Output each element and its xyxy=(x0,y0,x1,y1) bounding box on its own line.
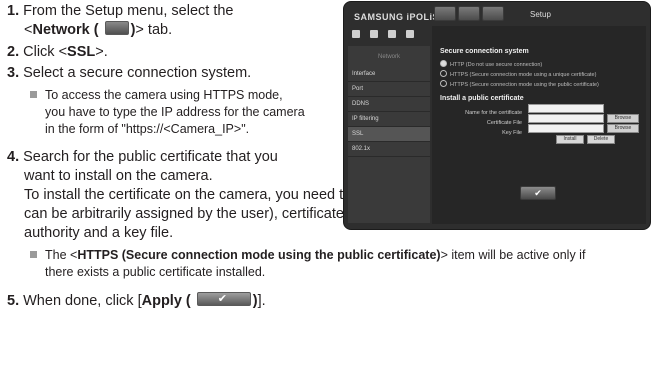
field-row-key: Key File Browse xyxy=(440,124,640,136)
apply-button-icon xyxy=(196,290,251,309)
sidebar-header: Network xyxy=(377,54,400,60)
bullet-icon xyxy=(30,251,37,258)
step-1-line2: <Network ( )> tab. xyxy=(24,21,172,40)
sidebar-item-8021x[interactable]: 802.1x xyxy=(348,142,430,157)
sidebar-item-ip-filtering[interactable]: IP filtering xyxy=(348,112,430,127)
step-number: 2. xyxy=(7,44,20,60)
note-https-access: To access the camera using HTTPS mode, xyxy=(30,87,283,104)
certificate-name-input[interactable] xyxy=(528,104,604,113)
ssl-label: SSL xyxy=(67,44,96,60)
apply-label: Apply ( xyxy=(141,293,191,309)
sidebar-item-port[interactable]: Port xyxy=(348,82,430,97)
note-text: there exists a public certificate instal… xyxy=(45,265,266,279)
sidebar-item-interface[interactable]: Interface xyxy=(348,67,430,82)
note-text: in the form of "https://<Camera_IP>". xyxy=(45,122,250,136)
step-4-line2: want to install on the camera. xyxy=(24,167,213,186)
network-icon[interactable] xyxy=(388,30,396,38)
sidebar-item-ssl[interactable]: SSL xyxy=(348,127,430,142)
step-4-para-3: authority and a key file. xyxy=(24,224,173,243)
note-line: in the form of "https://<Camera_IP>". xyxy=(45,121,249,138)
bullet-icon xyxy=(30,91,37,98)
note-line: there exists a public certificate instal… xyxy=(45,264,265,281)
event-icon[interactable] xyxy=(406,30,414,38)
brand-logo: SAMSUNG iPOLiS xyxy=(354,12,440,22)
step-number: 5. xyxy=(7,293,20,309)
step-5: 5. When done, click [Apply ( )]. xyxy=(7,290,266,311)
basic-icon[interactable] xyxy=(352,30,360,38)
note-line: you have to type the IP address for the … xyxy=(45,104,305,121)
step-number: 3. xyxy=(7,65,20,81)
step-2: 2. Click <SSL>. xyxy=(7,43,108,62)
setup-label: Setup xyxy=(530,10,551,19)
delete-button[interactable]: Delete xyxy=(587,135,615,144)
step-text: want to install on the camera. xyxy=(24,168,213,184)
ssl-settings-panel: Secure connection system HTTP (Do not us… xyxy=(432,26,646,224)
step-4: 4. Search for the public certificate tha… xyxy=(7,148,278,167)
ssl-setup-screenshot: SAMSUNG iPOLiS Setup Network Interface P… xyxy=(343,1,651,230)
apply-button[interactable]: ✔ xyxy=(520,186,556,200)
top-toolbar: Setup xyxy=(434,6,644,21)
install-button[interactable]: Install xyxy=(556,135,584,144)
step-text: >. xyxy=(95,44,108,60)
sidebar: Network Interface Port DDNS IP filtering… xyxy=(348,46,430,223)
field-row-name: Name for the certificate xyxy=(440,104,640,116)
video-icon[interactable] xyxy=(370,30,378,38)
note-text: you have to type the IP address for the … xyxy=(45,105,305,119)
step-text: Select a secure connection system. xyxy=(23,65,252,81)
monitor-icon[interactable] xyxy=(434,6,456,21)
browse-certificate-button[interactable]: Browse xyxy=(607,114,639,123)
step-text: ]. xyxy=(257,293,266,309)
note-text: To access the camera using HTTPS mode, xyxy=(45,88,283,102)
key-file-input[interactable] xyxy=(528,124,604,133)
option-label: HTTPS (Secure connection mode using the … xyxy=(450,82,599,88)
step-text: Search for the public certificate that y… xyxy=(23,149,278,165)
step-1: 1. From the Setup menu, select the xyxy=(7,2,233,21)
note-text: The < xyxy=(45,248,78,262)
step-text: authority and a key file. xyxy=(24,225,174,241)
step-text: Click < xyxy=(23,44,68,60)
browse-key-button[interactable]: Browse xyxy=(607,124,639,133)
network-icon xyxy=(104,21,129,35)
sidebar-item-ddns[interactable]: DDNS xyxy=(348,97,430,112)
install-delete-row: Install Delete xyxy=(440,135,640,144)
playback-icon[interactable] xyxy=(458,6,480,21)
step-text: From the Setup menu, select the xyxy=(23,3,234,19)
setup-category-icons xyxy=(350,30,430,44)
step-3: 3. Select a secure connection system. xyxy=(7,64,251,83)
radio-icon[interactable] xyxy=(440,80,447,87)
certificate-file-input[interactable] xyxy=(528,114,604,123)
step-number: 4. xyxy=(7,149,20,165)
field-row-certificate: Certificate File Browse xyxy=(440,114,640,126)
network-tab-label: Network ( xyxy=(32,22,99,38)
note-text: HTTPS (Secure connection mode using the … xyxy=(77,248,441,262)
note-text: > item will be active only if xyxy=(440,248,586,262)
step-text: When done, click [ xyxy=(23,293,142,309)
step-number: 1. xyxy=(7,3,20,19)
step-text: > tab. xyxy=(135,22,173,38)
setup-gear-icon[interactable] xyxy=(482,6,504,21)
note-public-certificate: The <HTTPS (Secure connection mode using… xyxy=(30,247,585,264)
